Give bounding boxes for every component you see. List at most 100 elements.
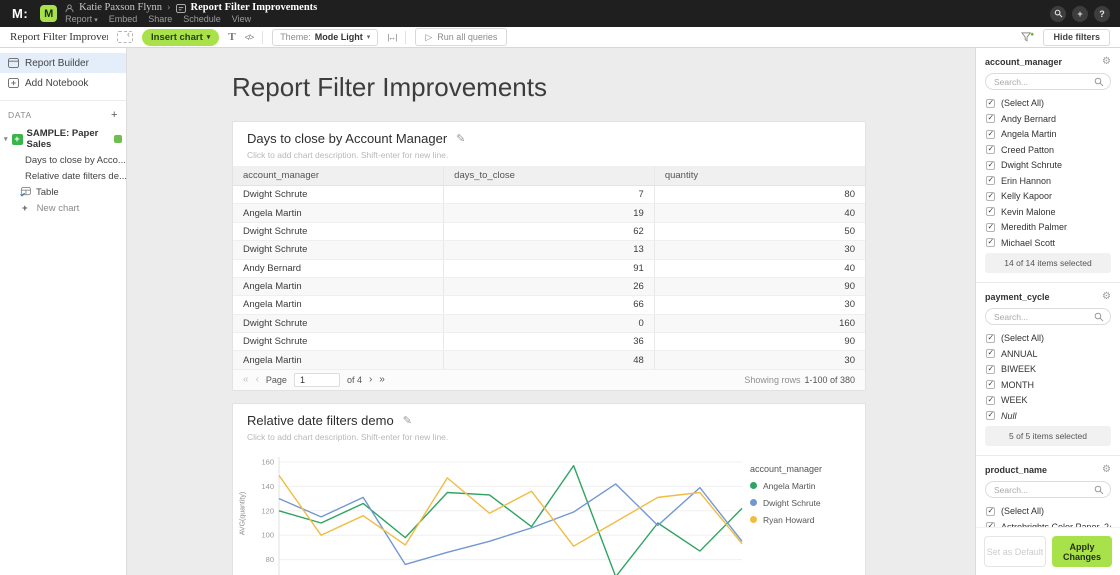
edit-icon[interactable]: ✎ [456, 132, 465, 145]
chart-description-placeholder[interactable]: Click to add chart description. Shift-en… [247, 432, 851, 442]
menu-schedule[interactable]: Schedule [183, 14, 221, 24]
mode-logo[interactable]: M: [12, 6, 28, 21]
filter-option[interactable]: Creed Patton [986, 145, 1111, 155]
page-number-input[interactable] [293, 372, 340, 387]
checkbox-checked-icon[interactable] [986, 145, 995, 154]
checkbox-checked-icon[interactable] [986, 380, 995, 389]
filter-option[interactable]: Dwight Schrute [986, 160, 1111, 170]
add-data-icon[interactable]: + [111, 109, 118, 121]
line-chart[interactable]: 6080100120140160Jan 2021Feb 2021Mar 2021… [245, 452, 750, 575]
filter-option[interactable]: Angela Martin [986, 129, 1111, 139]
page-title[interactable]: Report Filter Improvements [232, 72, 975, 103]
theme-dropdown[interactable]: Theme: Mode Light ▾ [272, 28, 379, 46]
edit-icon[interactable]: ✎ [403, 414, 412, 427]
checkbox-checked-icon[interactable] [986, 364, 995, 374]
collapse-panel-icon[interactable] [117, 29, 133, 43]
query-item-days-to-close[interactable]: Days to close by Acco... [0, 152, 126, 168]
filter-option[interactable]: WEEK [986, 395, 1111, 405]
filter-option[interactable]: (Select All) [986, 506, 1111, 516]
apply-changes-button[interactable]: Apply Changes [1052, 536, 1112, 567]
filter-option[interactable]: Meredith Palmer [986, 222, 1111, 232]
first-page-icon[interactable]: « [243, 374, 249, 385]
filter-option[interactable]: Michael Scott [986, 238, 1111, 248]
filter-option[interactable]: Andy Bernard [986, 114, 1111, 124]
table-row: Dwight Schrute 13 30 [233, 240, 865, 260]
column-header-days-to-close[interactable]: days_to_close [443, 166, 655, 186]
new-chart-button[interactable]: + New chart [0, 200, 126, 216]
sidebar-item-add-notebook[interactable]: Add Notebook [0, 73, 126, 93]
checkbox-checked-icon[interactable] [986, 207, 995, 216]
filter-option[interactable]: (Select All) [986, 333, 1111, 343]
filter-name: product_name [985, 464, 1048, 475]
new-plus-icon[interactable]: + [1072, 5, 1088, 22]
cell: 30 [653, 240, 865, 260]
filter-option[interactable]: (Select All) [986, 98, 1111, 108]
menu-share[interactable]: Share [148, 14, 172, 24]
filter-plus-icon[interactable] [1021, 31, 1035, 44]
workspace-logo[interactable]: M [40, 5, 58, 22]
checkbox-checked-icon[interactable] [986, 222, 995, 232]
checkbox-checked-icon[interactable] [986, 191, 995, 201]
chart-description-placeholder[interactable]: Click to add chart description. Shift-en… [247, 150, 851, 160]
filter-search-input[interactable] [985, 308, 1111, 325]
filter-search-input[interactable] [985, 73, 1111, 90]
gear-icon[interactable]: ⚙ [1102, 56, 1111, 67]
filter-option[interactable]: ANNUAL [986, 349, 1111, 359]
filter-option[interactable]: BIWEEK [986, 364, 1111, 374]
breadcrumb-report-title[interactable]: Report Filter Improvements [191, 3, 318, 14]
checkbox-checked-icon[interactable] [986, 129, 995, 139]
full-width-icon[interactable]: |↔| [387, 33, 397, 42]
legend-item[interactable]: Ryan Howard [750, 515, 845, 525]
text-tool-icon[interactable]: T [228, 31, 235, 43]
legend-item[interactable]: Dwight Schrute [750, 498, 845, 508]
card-title[interactable]: Days to close by Account Manager ✎ [247, 131, 851, 146]
cell: 90 [653, 277, 865, 297]
checkbox-checked-icon[interactable] [986, 395, 995, 405]
card-title[interactable]: Relative date filters demo ✎ [247, 413, 851, 428]
table-row: Dwight Schrute 62 50 [233, 222, 865, 242]
help-icon[interactable]: ? [1094, 5, 1110, 22]
filter-option[interactable]: MONTH [986, 380, 1111, 390]
filter-option[interactable]: Kevin Malone [986, 207, 1111, 217]
next-page-icon[interactable]: › [369, 374, 372, 385]
checkbox-checked-icon[interactable] [986, 160, 995, 170]
checkbox-checked-icon[interactable] [986, 506, 995, 516]
checkbox-checked-icon[interactable] [986, 411, 995, 420]
dataset-item[interactable]: ▾ + SAMPLE: Paper Sales [0, 126, 126, 152]
checkbox-checked-icon[interactable] [986, 333, 995, 343]
code-tool-icon[interactable]: </> [245, 33, 255, 42]
cell: 50 [653, 222, 865, 242]
filter-search-input[interactable] [985, 481, 1111, 498]
search-icon[interactable] [1050, 5, 1066, 22]
filter-option[interactable]: Kelly Kapoor [986, 191, 1111, 201]
set-as-default-button[interactable]: Set as Default [984, 536, 1046, 567]
run-all-queries-button[interactable]: ▷ Run all queries [415, 28, 508, 46]
menu-view[interactable]: View [232, 14, 251, 24]
hide-filters-button[interactable]: Hide filters [1043, 28, 1110, 46]
checkbox-checked-icon[interactable] [986, 238, 995, 247]
filter-option[interactable]: Null [986, 411, 1111, 421]
checkbox-checked-icon[interactable] [986, 98, 995, 108]
sidebar-item-report-builder[interactable]: Report Builder [0, 53, 126, 73]
y-axis-label: AVG(quantity) [239, 491, 247, 535]
checkbox-checked-icon[interactable] [986, 176, 995, 185]
caret-down-icon[interactable]: ▾ [4, 135, 8, 143]
last-page-icon[interactable]: » [379, 374, 385, 385]
filter-option[interactable]: Erin Hannon [986, 176, 1111, 186]
checkbox-checked-icon[interactable] [986, 349, 995, 358]
query-item-relative-date-filters[interactable]: Relative date filters de... [0, 168, 126, 184]
checkbox-checked-icon[interactable] [986, 114, 995, 123]
query-item-table[interactable]: Table [0, 184, 126, 200]
column-header-account-manager[interactable]: account_manager [233, 166, 444, 186]
legend-item[interactable]: Angela Martin [750, 481, 845, 491]
run-icon: ▷ [425, 31, 433, 42]
breadcrumb-user[interactable]: Katie Paxson Flynn [79, 3, 162, 14]
column-header-quantity[interactable]: quantity [653, 166, 865, 186]
insert-chart-button[interactable]: Insert chart ▾ [142, 28, 220, 46]
prev-page-icon[interactable]: ‹ [256, 374, 259, 385]
cell: Dwight Schrute [233, 314, 444, 334]
menu-embed[interactable]: Embed [109, 14, 138, 24]
gear-icon[interactable]: ⚙ [1102, 291, 1111, 302]
menu-report[interactable]: Report ▾ [65, 14, 98, 24]
gear-icon[interactable]: ⚙ [1102, 464, 1111, 475]
